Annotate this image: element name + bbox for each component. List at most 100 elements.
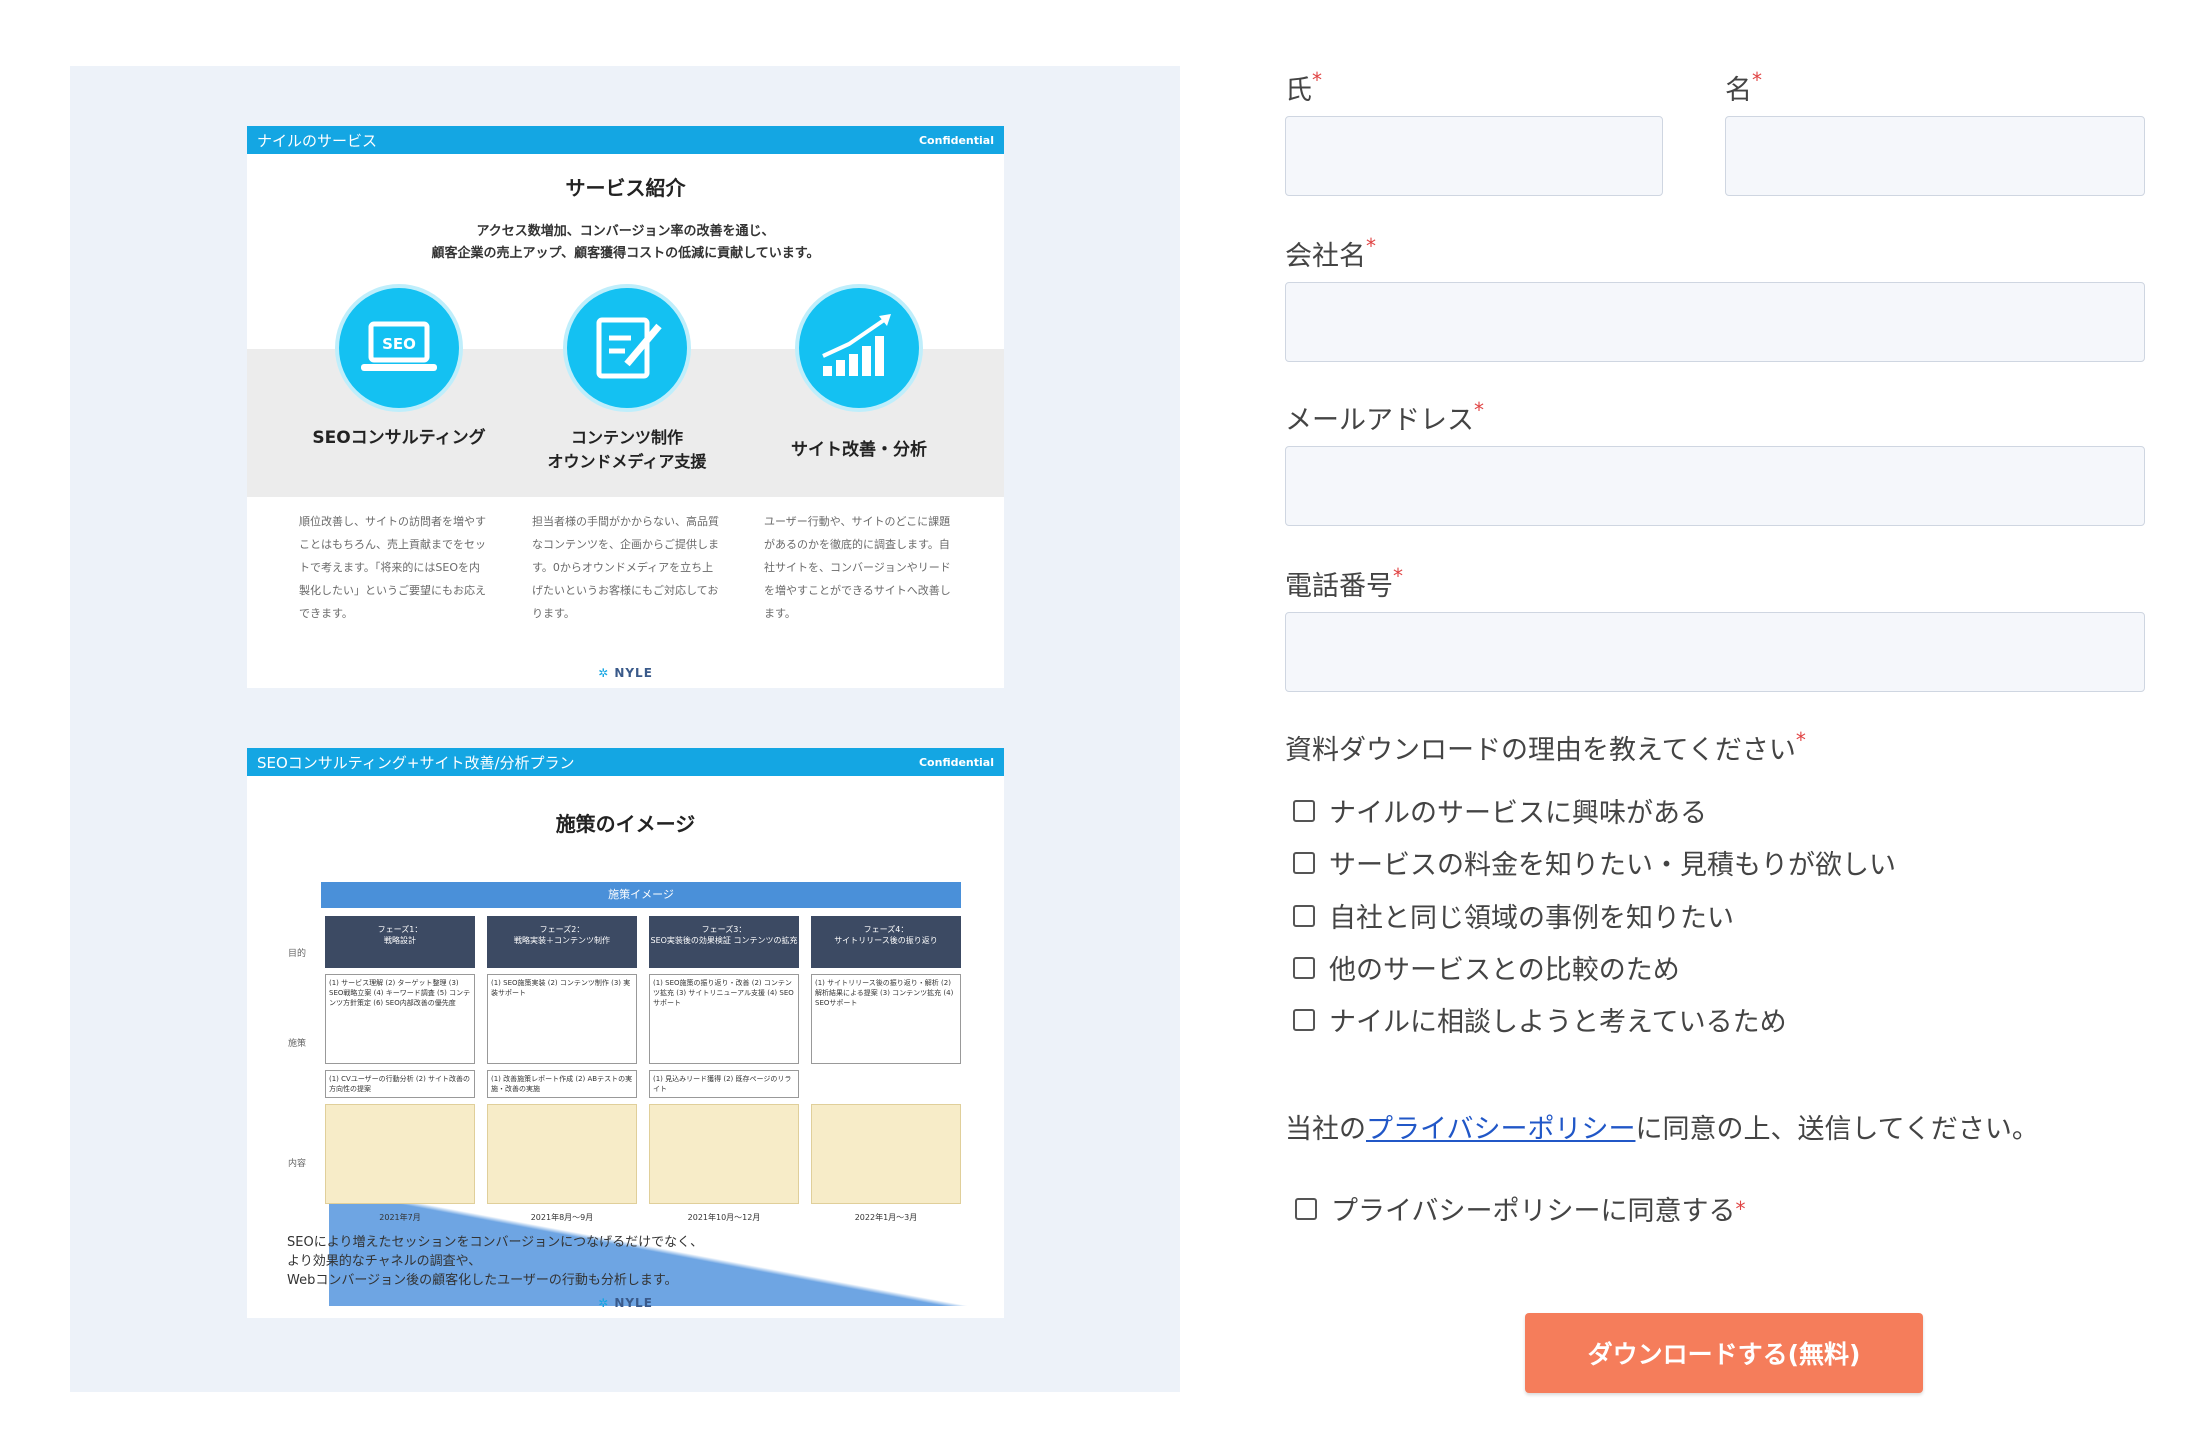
slide-plan-image: SEOコンサルティング+サイト改善/分析プラン Confidential 施策の… [247, 748, 1004, 1318]
reason-label: ナイルのサービスに興味がある [1329, 798, 1707, 829]
service-name-line: オウンドメディア支援 [547, 452, 707, 471]
reason-option[interactable]: サービスの料金を知りたい・見積もりが欲しい [1293, 843, 1896, 882]
required-mark: * [1366, 234, 1376, 258]
label-text: 資料ダウンロードの理由を教えてください [1285, 735, 1796, 766]
slide-title: サービス紹介 [565, 176, 686, 200]
description-line: Webコンバージョン後の顧客化したユーザーの行動も分析します。 [287, 1273, 678, 1288]
email-label: メールアドレス* [1285, 398, 1484, 437]
required-mark: * [1752, 68, 1762, 92]
slide-header-bar: SEOコンサルティング+サイト改善/分析プラン Confidential [247, 748, 1004, 776]
seo-badge-text: SEO [382, 335, 416, 353]
phase-head-line: サイトリリース後の振り返り [834, 936, 938, 945]
phase-head: フェーズ1： 戦略設計 [325, 916, 475, 968]
slide-header-bar: ナイルのサービス Confidential [247, 126, 1004, 154]
reason-label: サービスの料金を知りたい・見積もりが欲しい [1329, 850, 1896, 881]
email-input[interactable] [1285, 446, 2145, 526]
lead-line: 顧客企業の売上アップ、顧客獲得コストの低減に貢献しています。 [431, 246, 820, 261]
phase-detail [325, 1104, 475, 1204]
reason-checkbox[interactable] [1293, 956, 1315, 979]
reason-label: ナイルに相談しようと考えているため [1329, 1007, 1787, 1038]
last-name-label: 氏* [1285, 68, 1322, 107]
content-edit-icon [567, 288, 687, 408]
confidential-label: Confidential [918, 133, 994, 147]
last-name-input[interactable] [1285, 116, 1663, 196]
slide-service-intro: ナイルのサービス Confidential サービス紹介 アクセス数増加、コンバ… [247, 126, 1004, 688]
service-seo: SEO SEOコンサルティング [299, 288, 499, 450]
reason-checkbox[interactable] [1293, 1008, 1315, 1031]
row-label: 目的 [287, 949, 306, 959]
first-name-input[interactable] [1725, 116, 2145, 196]
timeline-label: 2022年1月～3月 [854, 1213, 918, 1222]
label-text: 名 [1725, 75, 1752, 106]
slide-section-title: ナイルのサービス [257, 131, 378, 150]
nyle-logo-text: NYLE [614, 1296, 653, 1310]
policy-agree-checkbox[interactable] [1295, 1197, 1317, 1220]
reason-checkbox[interactable] [1293, 799, 1315, 822]
required-mark: * [1312, 68, 1322, 92]
phase-head: フェーズ3： SEO実装後の効果検証 コンテンツの拡充 [649, 916, 799, 968]
phase-body: (1) サイトリリース後の振り返り・解析 (2) 解析結果による提案 (3) コ… [811, 974, 961, 1064]
timeline-label: 2021年10月～12月 [687, 1213, 761, 1222]
phase-head-line: フェーズ1： [377, 925, 423, 934]
service-description: 順位改善し、サイトの訪問者を増やすことはもちろん、売上貢献までをセットで考えます… [299, 515, 486, 620]
lead-line: アクセス数増加、コンバージョン率の改善を通じ、 [476, 224, 775, 239]
reason-option[interactable]: ナイルに相談しようと考えているため [1293, 1000, 1787, 1039]
privacy-policy-link[interactable]: プライバシーポリシー [1366, 1114, 1635, 1145]
slide-title: 施策のイメージ [555, 812, 696, 836]
phase-head-line: フェーズ4： [863, 925, 909, 934]
reason-option[interactable]: 自社と同じ領域の事例を知りたい [1293, 896, 1734, 935]
confidential-label: Confidential [918, 755, 994, 769]
phase-head-line: 戦略実装＋コンテンツ制作 [514, 936, 610, 945]
reason-title: 資料ダウンロードの理由を教えてください* [1285, 728, 1806, 767]
nyle-logo: ✲ NYLE [598, 666, 653, 680]
first-name-label: 名* [1725, 68, 1762, 107]
phone-input[interactable] [1285, 612, 2145, 692]
label-text: 氏 [1285, 75, 1312, 106]
service-description: ユーザー行動や、サイトのどこに課題があるのかを徹底的に調査します。自社サイトを、… [764, 515, 951, 620]
nyle-logo-text: NYLE [614, 666, 653, 680]
reason-checkbox[interactable] [1293, 904, 1315, 927]
slide-section-title: SEOコンサルティング+サイト改善/分析プラン [257, 753, 575, 772]
policy-notice: 当社のプライバシーポリシーに同意の上、送信してください。 [1285, 1107, 2039, 1146]
phase-detail [811, 1104, 961, 1204]
phase-head-line: フェーズ2： [539, 925, 585, 934]
row-label: 内容 [287, 1159, 306, 1169]
reason-option[interactable]: ナイルのサービスに興味がある [1293, 791, 1707, 830]
reason-option[interactable]: 他のサービスとの比較のため [1293, 948, 1680, 987]
phase-head-line: フェーズ3： [701, 925, 747, 934]
company-label: 会社名* [1285, 234, 1376, 273]
service-analysis: サイト改善・分析 [759, 288, 959, 462]
reason-checkbox[interactable] [1293, 851, 1315, 874]
seo-laptop-icon: SEO [339, 288, 459, 408]
phase-detail [649, 1104, 799, 1204]
timeline-label: 2021年7月 [379, 1213, 421, 1222]
growth-chart-icon [799, 288, 919, 408]
phase-head: フェーズ2： 戦略実装＋コンテンツ制作 [487, 916, 637, 968]
policy-text: 当社の [1285, 1114, 1366, 1145]
required-mark: * [1735, 1196, 1746, 1221]
label-text: 会社名 [1285, 241, 1366, 272]
service-name: サイト改善・分析 [791, 440, 927, 460]
phase-head-line: 戦略設計 [384, 936, 416, 945]
document-preview-panel: ナイルのサービス Confidential サービス紹介 アクセス数増加、コンバ… [70, 66, 1180, 1392]
reason-label: 自社と同じ領域の事例を知りたい [1329, 903, 1734, 934]
nyle-logo: ✲ NYLE [598, 1296, 653, 1310]
phase-sub: (1) 改善施策レポート作成 (2) ABテストの実施・改善の実施 [487, 1070, 637, 1098]
required-mark: * [1393, 564, 1403, 588]
service-name-line: コンテンツ制作 [570, 428, 683, 447]
service-name: SEOコンサルティング [312, 428, 486, 448]
service-description: 担当者様の手間がかからない、高品質なコンテンツを、企画からご提供します。0からオ… [532, 515, 719, 620]
phase-body: (1) サービス理解 (2) ターゲット整理 (3) SEO戦略立案 (4) キ… [325, 974, 475, 1064]
phase-head-line: SEO実装後の効果検証 コンテンツの拡充 [650, 936, 798, 945]
phase-body: (1) SEO施策の振り返り・改善 (2) コンテンツ拡充 (3) サイトリニュ… [649, 974, 799, 1064]
slide-description: SEOにより増えたセッションをコンバージョンにつなげるだけでなく、 より効果的な… [287, 1233, 703, 1290]
phone-label: 電話番号* [1285, 564, 1403, 603]
phase-head: フェーズ4： サイトリリース後の振り返り [811, 916, 961, 968]
download-submit-button[interactable]: ダウンロードする(無料) [1525, 1313, 1923, 1393]
service-content: コンテンツ制作 オウンドメディア支援 [527, 288, 727, 474]
company-input[interactable] [1285, 282, 2145, 362]
phase-body: (1) SEO施策実装 (2) コンテンツ制作 (3) 実装サポート [487, 974, 637, 1064]
service-name: コンテンツ制作 オウンドメディア支援 [527, 426, 727, 474]
description-line: より効果的なチャネルの調査や、 [287, 1254, 482, 1269]
policy-agree-option[interactable]: プライバシーポリシーに同意する * [1295, 1189, 1745, 1228]
